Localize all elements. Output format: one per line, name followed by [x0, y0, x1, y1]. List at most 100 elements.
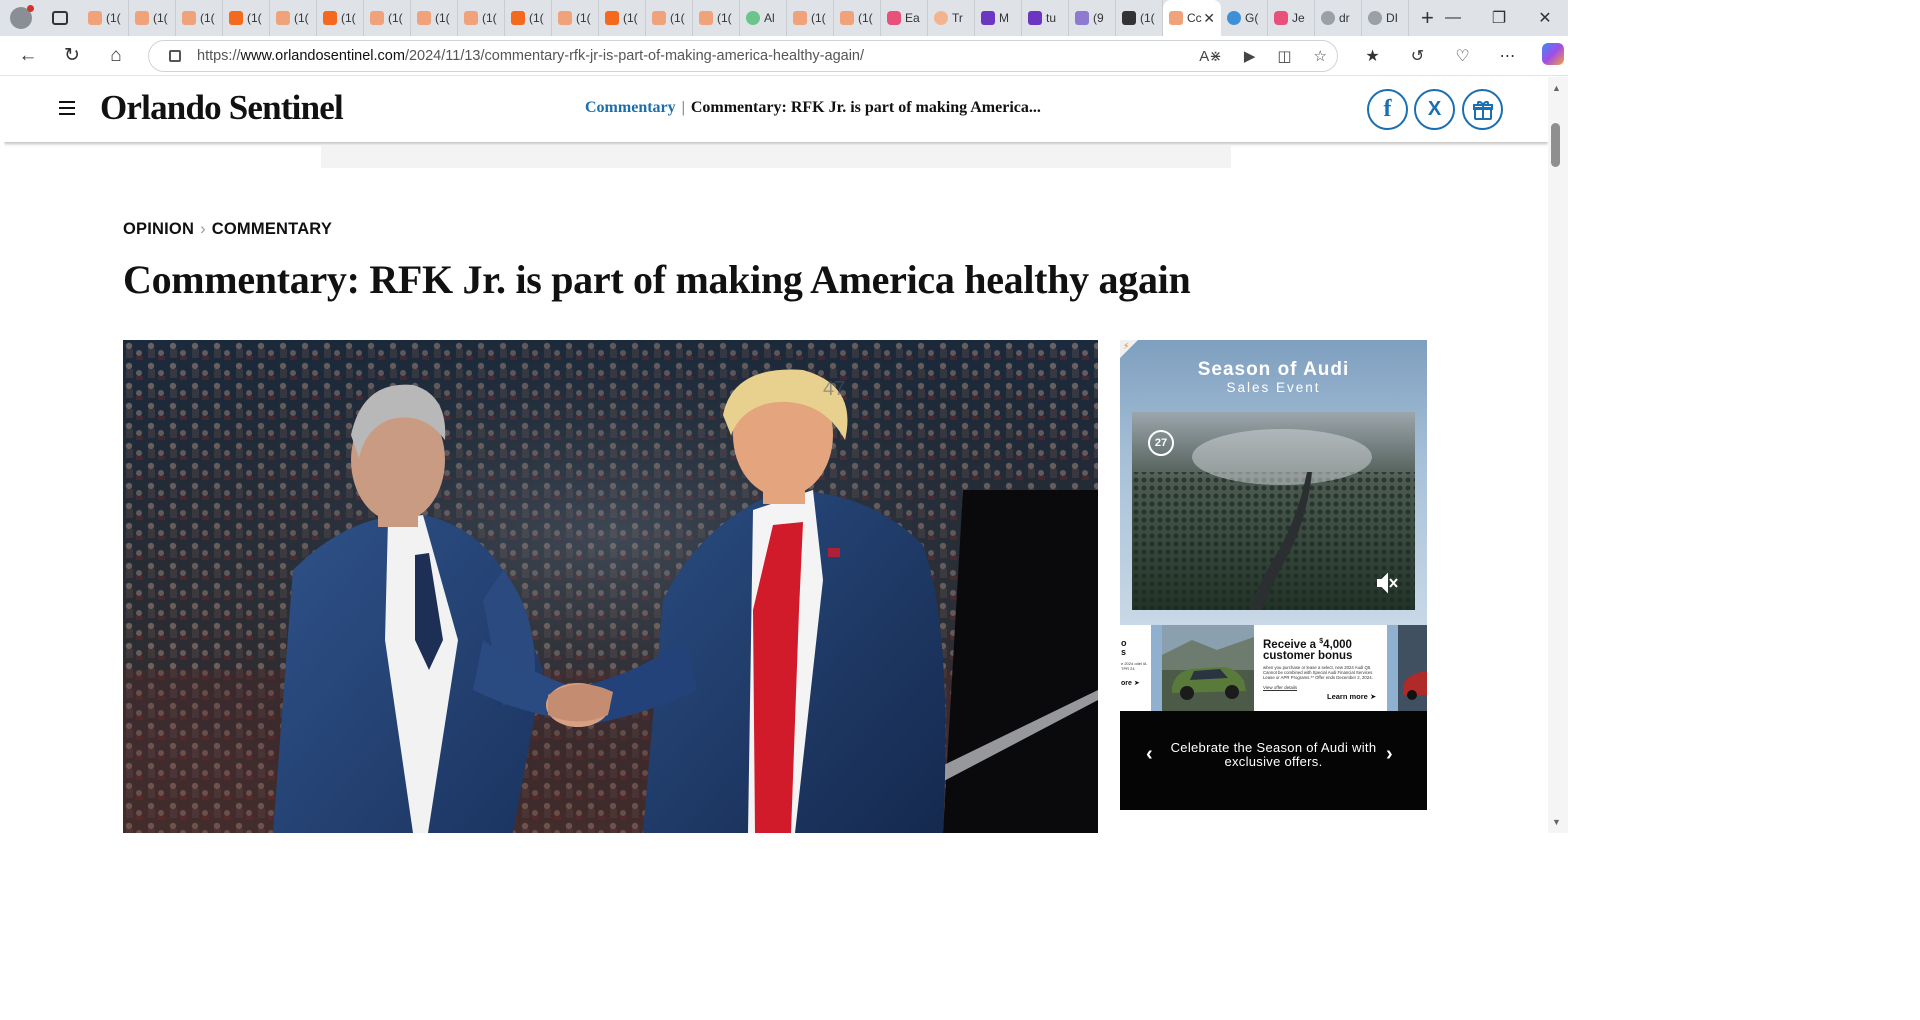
sidebar-ad[interactable]: ⚡ Season of Audi Sales Event 27 o s e 20… — [1120, 340, 1427, 810]
ad-previous-chevron-icon[interactable]: ‹ — [1146, 743, 1153, 766]
ad-choices-icon: ⚡ — [1123, 341, 1130, 351]
back-icon[interactable]: ← — [6, 36, 50, 76]
page-scrollbar[interactable]: ▲ ▼ — [1548, 77, 1568, 833]
profile-avatar[interactable] — [10, 5, 34, 29]
scroll-up-arrow-icon[interactable]: ▲ — [1552, 83, 1561, 93]
history-icon[interactable]: ↺ — [1395, 46, 1440, 66]
favorite-star-icon[interactable]: ☆ — [1314, 47, 1327, 65]
browser-tab[interactable]: Tr — [928, 0, 975, 36]
video-icon — [1274, 11, 1288, 25]
browser-tab[interactable]: (1( — [223, 0, 270, 36]
ad-offer-card[interactable]: Receive a $4,000 customer bonus when you … — [1162, 625, 1387, 711]
tab-content: (1( — [182, 11, 215, 25]
browser-tab[interactable]: (1( — [458, 0, 505, 36]
tab-list: (1((1((1((1((1((1((1((1((1((1((1((1((1((… — [82, 0, 1409, 36]
gift-article-button[interactable] — [1462, 89, 1503, 130]
scroll-down-arrow-icon[interactable]: ▼ — [1552, 817, 1561, 827]
site-info-icon[interactable] — [169, 50, 181, 62]
browser-essentials-icon[interactable]: ♡ — [1440, 46, 1485, 66]
facebook-share-button[interactable]: f — [1367, 89, 1408, 130]
breadcrumb-commentary[interactable]: COMMENTARY — [212, 220, 332, 238]
browser-tab[interactable]: (1( — [270, 0, 317, 36]
browser-tab[interactable]: (1( — [787, 0, 834, 36]
browser-tab[interactable]: (1( — [82, 0, 129, 36]
tab-label: (1( — [341, 11, 356, 25]
address-bar[interactable]: https://www.orlandosentinel.com/2024/11/… — [148, 40, 1338, 72]
translate-icon — [1227, 11, 1241, 25]
browser-tab[interactable]: (1( — [599, 0, 646, 36]
browser-tab[interactable]: (1( — [317, 0, 364, 36]
navigation-bar: ← ↻ ⌂ https://www.orlandosentinel.com/20… — [0, 36, 1568, 76]
scroll-thumb[interactable] — [1551, 123, 1560, 167]
bookmark-icon — [182, 11, 196, 25]
browser-tab[interactable]: (1( — [505, 0, 552, 36]
breadcrumb-opinion[interactable]: OPINION — [123, 220, 194, 238]
site-logo[interactable]: Orlando Sentinel — [100, 88, 344, 128]
tab-strip: (1((1((1((1((1((1((1((1((1((1((1((1((1((… — [0, 0, 1568, 36]
browser-tab[interactable]: (1( — [411, 0, 458, 36]
copilot-icon[interactable] — [1541, 42, 1564, 65]
read-aloud-icon[interactable]: A⋇ — [1199, 47, 1222, 65]
browser-tab[interactable]: (1( — [552, 0, 599, 36]
favorites-icon[interactable]: ★ — [1350, 46, 1395, 66]
tab-label: (1( — [576, 11, 591, 25]
mute-icon[interactable] — [1375, 572, 1399, 594]
tab-content: Al — [746, 11, 775, 25]
browser-tab[interactable]: (1( — [176, 0, 223, 36]
browser-tab[interactable]: DI — [1362, 0, 1409, 36]
minimize-icon[interactable]: — — [1430, 0, 1476, 36]
immersive-reader-icon[interactable]: ◫ — [1277, 47, 1291, 65]
ad-video[interactable]: 27 — [1132, 412, 1415, 610]
ad-offer-fine-print: when you purchase or lease a select, new… — [1263, 664, 1373, 681]
x-icon: X — [1427, 98, 1442, 120]
browser-tab[interactable]: (9 — [1069, 0, 1116, 36]
browser-tab[interactable]: dr — [1315, 0, 1362, 36]
tab-label: dr — [1339, 11, 1350, 25]
browser-tab[interactable]: Ea — [881, 0, 928, 36]
ad-next-card-peek[interactable] — [1398, 625, 1427, 711]
article-hero-image[interactable]: 47 — [123, 340, 1098, 833]
more-options-icon[interactable]: ⋯ — [1485, 46, 1530, 66]
tab-content: (1( — [652, 11, 685, 25]
bookmark-icon — [464, 11, 478, 25]
browser-tab[interactable]: Je — [1268, 0, 1315, 36]
url-path: /2024/11/13/commentary-rfk-jr-is-part-of… — [404, 48, 865, 64]
ad-next-chevron-icon[interactable]: › — [1386, 743, 1393, 766]
close-window-icon[interactable]: ✕ — [1522, 0, 1568, 36]
tab-active[interactable]: Cc ✕ — [1163, 0, 1221, 36]
x-share-button[interactable]: X — [1414, 89, 1455, 130]
chevron-right-icon: › — [200, 220, 206, 238]
browser-tab[interactable]: (1( — [693, 0, 740, 36]
home-icon[interactable]: ⌂ — [94, 36, 138, 76]
browser-tab[interactable]: (1( — [834, 0, 881, 36]
media-icon[interactable]: ▶ — [1244, 47, 1256, 65]
header-breadcrumb: Commentary | Commentary: RFK Jr. is part o… — [585, 99, 1041, 117]
browser-tab[interactable]: (1( — [129, 0, 176, 36]
browser-tab[interactable]: (1( — [646, 0, 693, 36]
browser-tab[interactable]: (1( — [1116, 0, 1163, 36]
tab-close-icon[interactable]: ✕ — [1203, 10, 1215, 27]
url-text[interactable]: https://www.orlandosentinel.com/2024/11/… — [197, 48, 864, 64]
tab-label: (1( — [623, 11, 638, 25]
browser-tab[interactable]: G( — [1221, 0, 1268, 36]
ad-previous-card[interactable]: o s e 2024 odel iA TPR 24 ore ➤ — [1120, 625, 1151, 711]
tab-actions-icon[interactable] — [52, 11, 68, 25]
browser-tab[interactable]: Al — [740, 0, 787, 36]
ad-offer-details-link[interactable]: View offer details — [1263, 685, 1383, 690]
restore-icon[interactable]: ❐ — [1476, 0, 1522, 36]
video-icon — [887, 11, 901, 25]
gift-icon — [1472, 100, 1493, 120]
header-section-link[interactable]: Commentary — [585, 99, 676, 116]
bookmark-icon — [417, 11, 431, 25]
tab-content: (1( — [605, 11, 638, 25]
refresh-icon[interactable]: ↻ — [50, 36, 94, 76]
browser-tab[interactable]: M — [975, 0, 1022, 36]
bookmark-icon — [323, 11, 337, 25]
ad-learn-more-link[interactable]: Learn more ➤ — [1327, 692, 1376, 701]
ad-offer-headline: Receive a $4,000 customer bonus — [1263, 636, 1383, 662]
menu-icon[interactable] — [59, 101, 75, 115]
browser-tab[interactable]: tu — [1022, 0, 1069, 36]
tab-content: (1( — [464, 11, 497, 25]
browser-tab[interactable]: (1( — [364, 0, 411, 36]
tab-content: Ea — [887, 11, 920, 25]
